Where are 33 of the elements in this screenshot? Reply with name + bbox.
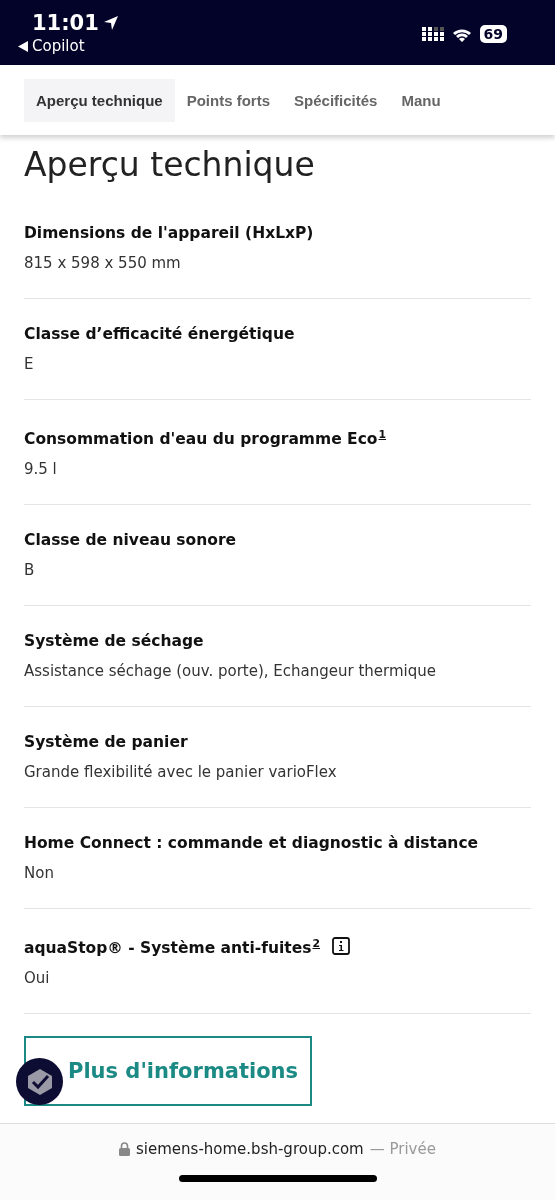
spec-label: Système de panier — [24, 732, 188, 754]
spec-value: E — [24, 354, 35, 375]
spec-label: aquaStop® - Système anti-fuites$^{2}$ — [24, 936, 320, 960]
spec-value: Grande flexibilité avec le panier varioFlex — [24, 762, 338, 784]
url-domain[interactable]: siemens-home.bsh-group.com — [136, 1140, 364, 1158]
battery-level: 69 — [479, 25, 507, 43]
spec-value: Oui — [24, 968, 51, 990]
info-icon[interactable] — [332, 937, 350, 956]
lock-icon — [119, 1142, 131, 1156]
wifi-icon — [451, 26, 472, 42]
spec-label: Dimensions de l'appareil (HxLxP) — [24, 223, 314, 244]
spec-label: Consommation d'eau du programme Eco$^{1}$ — [24, 427, 387, 451]
section-tab[interactable]: Manu — [389, 78, 453, 122]
spec-label: Classe d’efficacité énergétique — [24, 324, 295, 345]
more-info-button[interactable]: Plus d'informations — [24, 1036, 312, 1107]
spec-value: Non — [24, 863, 55, 885]
spec-value: 815 x 598 x 550 mm — [24, 253, 182, 274]
section-tab[interactable]: Spécificités — [282, 78, 390, 122]
signal-icon — [421, 27, 444, 41]
location-arrow-icon — [102, 15, 119, 31]
spec-label: Système de séchage — [24, 631, 204, 653]
section-tab[interactable]: Aperçu technique — [24, 78, 175, 122]
spec-value: Assistance séchage (ouv. porte), Echangeur thermique — [24, 661, 438, 683]
back-triangle-icon[interactable] — [18, 40, 28, 52]
section-tab[interactable]: Points forts — [174, 78, 283, 122]
spec-value: B — [24, 560, 36, 582]
spec-label: Home Connect : commande et diagnostic à distance — [24, 833, 479, 855]
page-heading: Aperçu technique — [24, 144, 316, 186]
spec-value: 9.5 l — [24, 459, 58, 481]
browsing-mode: — Privée — [369, 1140, 436, 1158]
clock-time: 11:01 — [31, 10, 99, 36]
back-link[interactable]: Copilot — [32, 36, 85, 56]
spec-label: Classe de niveau sonore — [24, 530, 237, 552]
